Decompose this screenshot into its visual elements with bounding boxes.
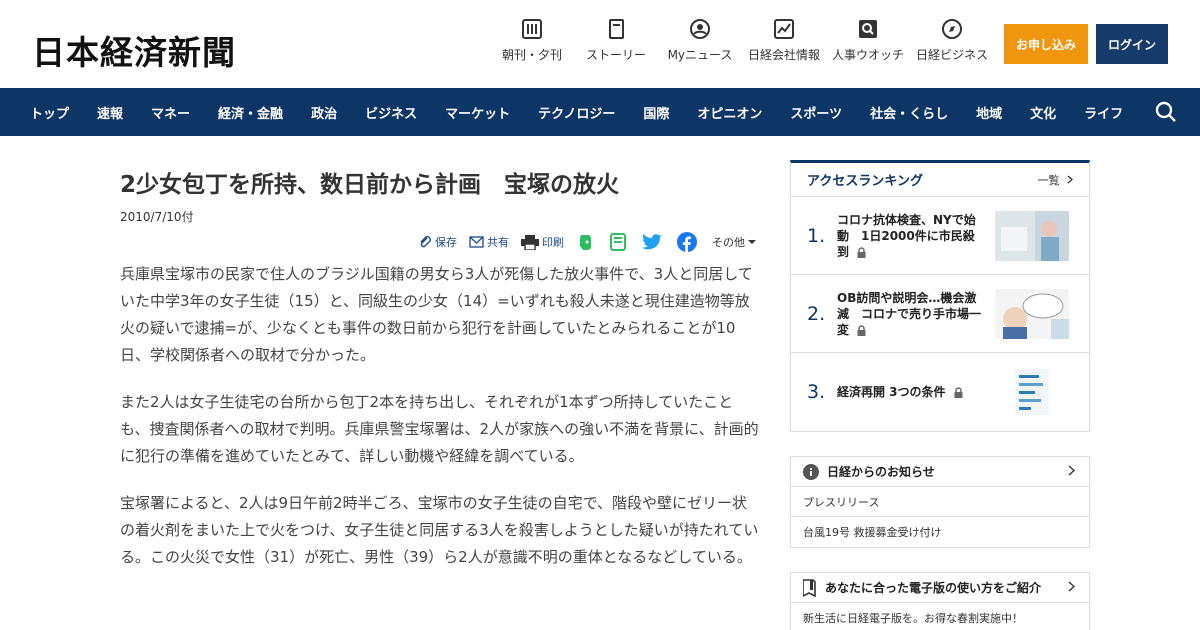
paperclip-icon: [420, 236, 431, 248]
article: 2少女包丁を所持、数日前から計画 宝塚の放火 2010/7/10付 保存 共有 …: [120, 160, 760, 591]
printer-icon: [521, 234, 539, 250]
nav-item-culture[interactable]: 文化: [1016, 103, 1070, 122]
lock-icon: [857, 246, 866, 258]
search-icon[interactable]: [1154, 100, 1178, 124]
ranking-item-3[interactable]: 3. 経済再開 3つの条件: [791, 353, 1089, 431]
nav-item-market[interactable]: マーケット: [431, 103, 524, 122]
site-logo[interactable]: 日本経済新聞: [32, 26, 236, 74]
bookmark-icon: [803, 578, 816, 597]
guide-item-spring-campaign[interactable]: 新生活に日経電子版を。お得な春割実施中！: [791, 603, 1089, 630]
facebook-button[interactable]: [677, 232, 700, 252]
clip-button[interactable]: [609, 233, 630, 251]
header-link-paper[interactable]: 朝刊・夕刊: [490, 18, 574, 63]
twitter-icon: [642, 233, 662, 249]
chevron-right-icon: [1068, 465, 1075, 476]
ranking-title: アクセスランキング: [807, 174, 923, 189]
article-paragraph: 兵庫県宝塚市の民家で住人のブラジル国籍の男女ら3人が死傷した放火事件で、3人と同…: [120, 265, 753, 364]
facebook-icon: [677, 232, 697, 252]
ranking-headline: 経済再開 3つの条件: [837, 385, 946, 399]
magnifier-icon: [859, 20, 877, 38]
share-button[interactable]: 共有: [469, 234, 509, 250]
notice-item-press-release[interactable]: プレスリリース: [791, 487, 1089, 517]
ranking-number: 1.: [807, 224, 826, 247]
clip-icon: [610, 233, 626, 251]
nav-item-politics[interactable]: 政治: [297, 103, 351, 122]
article-title: 2少女包丁を所持、数日前から計画 宝塚の放火: [120, 172, 620, 198]
chart-icon: [774, 19, 794, 39]
main-nav: トップ 速報 マネー 経済・金融 政治 ビジネス マーケット テクノロジー 国際…: [0, 88, 1200, 136]
access-ranking: アクセスランキング 一覧 1. コロナ抗体検査、NYで始動 1日2000件に市民…: [790, 160, 1090, 432]
nav-item-opinion[interactable]: オピニオン: [683, 103, 776, 122]
header-link-business[interactable]: 日経ビジネス: [910, 18, 994, 63]
header-link-personnel[interactable]: 人事ウオッチ: [826, 18, 910, 63]
guide-header[interactable]: あなたに合った電子版の使い方をご紹介: [791, 573, 1089, 603]
chevron-right-icon: [1067, 175, 1073, 183]
ranking-number: 3.: [807, 381, 826, 403]
article-paragraph: また2人は女子生徒宅の台所から包丁2本を持ち出し、それぞれが1本ずつ所持していた…: [120, 393, 759, 465]
mail-icon: [469, 236, 484, 248]
site-header: 日本経済新聞 朝刊・夕刊 ストーリー Myニュース 日経会社情報 人事ウオッチ …: [0, 0, 1200, 88]
nikkei-notice-box: 日経からのお知らせ プレスリリース 台風19号 救援募金受け付け: [790, 456, 1090, 548]
header-link-company[interactable]: 日経会社情報: [742, 18, 826, 63]
ranking-thumbnail-illustration: [995, 288, 1069, 339]
book-icon: [609, 19, 624, 39]
article-body: 兵庫県宝塚市の民家で住人のブラジル国籍の男女ら3人が死傷した放火事件で、3人と同…: [120, 261, 760, 571]
apply-button[interactable]: お申し込み: [1004, 24, 1088, 64]
info-icon: [803, 463, 819, 480]
digital-guide-box: あなたに合った電子版の使い方をご紹介 新生活に日経電子版を。お得な春割実施中！: [790, 572, 1090, 630]
nav-item-business[interactable]: ビジネス: [351, 103, 431, 122]
other-share-button[interactable]: その他: [712, 234, 760, 250]
lock-icon: [954, 387, 963, 398]
user-icon: [690, 19, 710, 39]
twitter-button[interactable]: [642, 233, 665, 251]
ranking-header: アクセスランキング 一覧: [791, 163, 1089, 197]
header-icon-menu: 朝刊・夕刊 ストーリー Myニュース 日経会社情報 人事ウオッチ 日経ビジネス: [490, 18, 994, 63]
notice-item-typhoon-donation[interactable]: 台風19号 救援募金受け付け: [791, 517, 1089, 547]
header-link-story[interactable]: ストーリー: [574, 18, 658, 63]
save-button[interactable]: 保存: [418, 234, 457, 250]
nav-item-money[interactable]: マネー: [137, 103, 204, 122]
nav-item-breaking[interactable]: 速報: [83, 103, 137, 122]
ranking-number: 2.: [807, 302, 826, 325]
ranking-item-1[interactable]: 1. コロナ抗体検査、NYで始動 1日2000件に市民殺到: [791, 197, 1089, 275]
ranking-more-link[interactable]: 一覧: [1038, 172, 1074, 188]
share-toolbar: 保存 共有 印刷 その他: [120, 231, 760, 253]
compass-icon: [942, 19, 962, 39]
evernote-button[interactable]: [576, 233, 597, 251]
ranking-thumbnail-infographic: [995, 367, 1069, 417]
nav-item-sports[interactable]: スポーツ: [776, 103, 856, 122]
nav-item-region[interactable]: 地域: [962, 103, 1016, 122]
article-paragraph: 宝塚署によると、2人は9日午前2時半ごろ、宝塚市の女子生徒の自宅で、階段や壁にゼ…: [120, 494, 759, 566]
nav-item-society[interactable]: 社会・くらし: [856, 103, 962, 122]
nav-item-top[interactable]: トップ: [16, 103, 83, 122]
header-link-mynews[interactable]: Myニュース: [658, 18, 742, 63]
print-button[interactable]: 印刷: [521, 234, 564, 250]
evernote-icon: [580, 235, 591, 250]
nav-item-life[interactable]: ライフ: [1070, 103, 1137, 122]
newspaper-icon: [522, 19, 542, 39]
notice-header[interactable]: 日経からのお知らせ: [791, 457, 1089, 487]
nav-item-economy[interactable]: 経済・金融: [204, 103, 297, 122]
caret-down-icon: [748, 240, 756, 244]
nav-item-technology[interactable]: テクノロジー: [524, 103, 629, 122]
article-date: 2010/7/10付: [120, 210, 194, 224]
ranking-item-2[interactable]: 2. OB訪問や説明会…機会激減 コロナで売り手市場一変: [791, 275, 1089, 353]
chevron-right-icon: [1068, 581, 1075, 592]
nav-item-international[interactable]: 国際: [629, 103, 683, 122]
lock-icon: [857, 324, 866, 336]
login-button[interactable]: ログイン: [1096, 24, 1168, 64]
ranking-thumbnail-medical: [995, 210, 1069, 261]
